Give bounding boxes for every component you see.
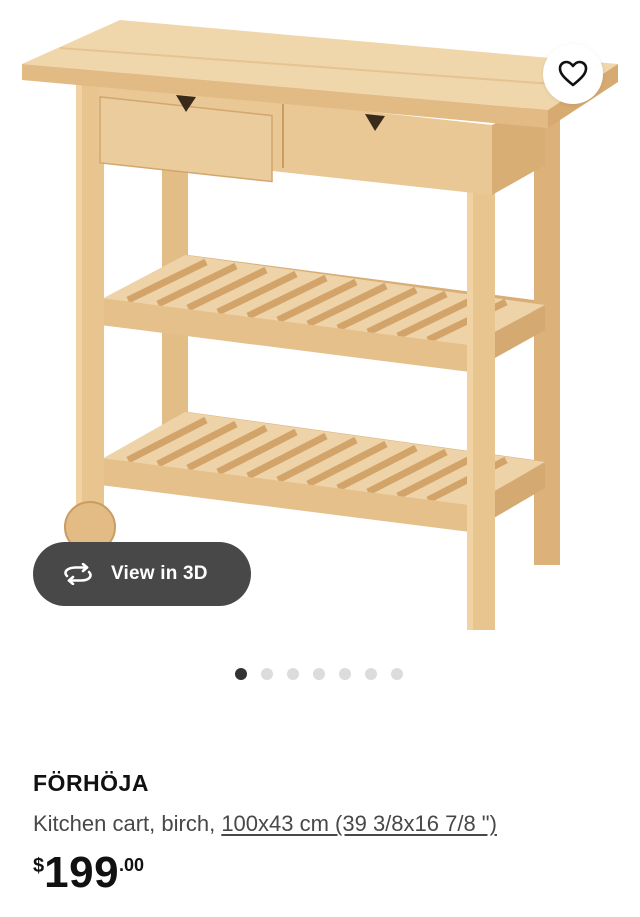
price-integer: 199 [44, 848, 120, 897]
rotate-3d-icon [61, 562, 95, 586]
heart-outline-icon [558, 60, 588, 87]
view-in-3d-button[interactable]: View in 3D [33, 542, 251, 606]
pagination-dot[interactable] [261, 668, 273, 680]
pagination-dot[interactable] [365, 668, 377, 680]
product-info: FÖRHÖJA Kitchen cart, birch, 100x43 cm (… [33, 770, 620, 895]
favorite-button[interactable] [543, 44, 603, 104]
pagination-dot[interactable] [287, 668, 299, 680]
price-currency: $ [33, 855, 45, 877]
pagination-dot[interactable] [235, 668, 247, 680]
pagination-dot[interactable] [313, 668, 325, 680]
product-description: Kitchen cart, birch, [33, 811, 222, 836]
price-decimal: .00 [119, 855, 145, 875]
view-in-3d-label: View in 3D [111, 563, 208, 584]
product-measurement-link[interactable]: 100x43 cm (39 3/8x16 7/8 ") [221, 811, 497, 836]
image-pagination [0, 668, 640, 680]
pagination-dot[interactable] [339, 668, 351, 680]
pagination-dots [235, 668, 403, 680]
product-name: FÖRHÖJA [33, 770, 149, 796]
pagination-dot[interactable] [391, 668, 403, 680]
product-gallery[interactable]: View in 3D [0, 0, 640, 700]
product-price: $ 199 .00 [33, 851, 620, 895]
product-description-line: Kitchen cart, birch, 100x43 cm (39 3/8x1… [33, 811, 620, 837]
